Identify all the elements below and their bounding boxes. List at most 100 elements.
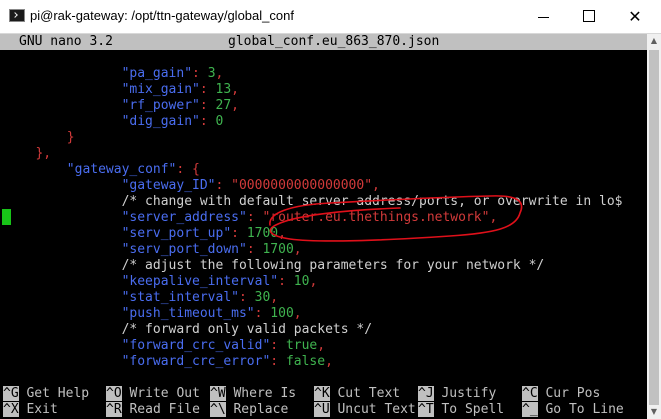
window-title: pi@rak-gateway: /opt/ttn-gateway/global_… (30, 8, 294, 23)
json-comma: , (215, 66, 224, 81)
terminal-area[interactable]: GNU nano 3.2 global_conf.eu_863_870.json… (0, 34, 647, 419)
json-comma: , (317, 338, 326, 353)
shortcut-item[interactable]: ^U Uncut Text (314, 402, 416, 418)
shortcut-item[interactable]: ^J Justify (418, 386, 496, 402)
shortcut-key: ^J (418, 386, 434, 401)
json-value: false (285, 354, 326, 369)
json-comma: , (231, 98, 239, 113)
scroll-down-arrow-icon[interactable]: ▼ (647, 405, 661, 419)
editor-line: /* adjust the following parameters for y… (12, 258, 545, 274)
maximize-icon (583, 10, 595, 22)
vertical-scrollbar[interactable]: ▲ ▼ (647, 34, 661, 419)
shortcut-item[interactable]: ^C Cur Pos (522, 386, 600, 402)
json-value: "0000000000000000" (231, 178, 373, 193)
json-value: 13 (215, 82, 232, 97)
shortcut-item[interactable]: ^X Exit (3, 402, 58, 418)
json-key: "push_timeout_ms" (121, 306, 255, 321)
json-key: "gateway_ID" (121, 178, 216, 193)
nano-filename: global_conf.eu_863_870.json (228, 34, 440, 49)
shortcut-key: ^_ (522, 402, 538, 417)
json-comma: , (278, 226, 286, 241)
shortcut-key: ^G (3, 386, 19, 401)
shortcut-key: ^C (522, 386, 538, 401)
minimize-button[interactable] (520, 0, 566, 33)
shortcut-key: ^\ (210, 402, 226, 417)
shortcut-item[interactable]: ^G Get Help (3, 386, 89, 402)
maximize-button[interactable] (566, 0, 612, 33)
close-button[interactable]: ✕ (612, 0, 658, 33)
nano-header: GNU nano 3.2 global_conf.eu_863_870.json (0, 34, 647, 50)
json-value: 1700 (262, 242, 294, 257)
json-key: "rf_power" (121, 98, 200, 113)
shortcut-label: Cur Pos (537, 386, 601, 401)
json-key: "mix_gain" (121, 82, 200, 97)
editor-line: "serv_port_up": 1700, (12, 226, 286, 242)
editor-line: "rf_power": 27, (12, 98, 239, 114)
editor-line: } (12, 130, 75, 146)
json-value: 3 (207, 66, 216, 81)
shortcut-item[interactable]: ^R Read File (106, 402, 200, 418)
editor-line: "mix_gain": 13, (12, 82, 239, 98)
window-titlebar: pi@rak-gateway: /opt/ttn-gateway/global_… (0, 0, 661, 34)
json-value: 27 (215, 98, 232, 113)
scroll-up-arrow-icon[interactable]: ▲ (647, 34, 661, 48)
json-separator: : (215, 178, 232, 193)
json-separator: : (238, 290, 255, 305)
shortcut-key: ^O (106, 386, 122, 401)
json-separator: : (199, 114, 216, 129)
shortcut-label: Replace (225, 402, 289, 417)
json-key: "serv_port_up" (121, 226, 232, 241)
json-value: 10 (293, 274, 310, 289)
code-comment: /* forward only valid packets */ (121, 322, 373, 337)
editor-line: "gateway_conf": { (12, 162, 200, 178)
json-comma: , (270, 290, 279, 305)
editor-line: "forward_crc_valid": true, (12, 338, 326, 354)
json-separator: : (254, 306, 271, 321)
shortcut-key: ^U (314, 402, 330, 417)
json-separator: : (199, 82, 216, 97)
json-comma: , (231, 82, 239, 97)
json-value: true (285, 338, 318, 353)
json-comma: , (309, 274, 318, 289)
json-separator: : (270, 354, 286, 369)
json-value: 30 (254, 290, 271, 305)
shortcut-item[interactable]: ^\ Replace (210, 402, 288, 418)
shortcut-item[interactable]: ^_ Go To Line (522, 402, 624, 418)
json-comma: , (293, 306, 302, 321)
json-key: "dig_gain" (121, 114, 200, 129)
cursor-marker (2, 209, 11, 225)
json-comma: , (489, 210, 498, 225)
json-comma: , (372, 178, 380, 193)
shortcut-label: Justify (433, 386, 497, 401)
json-key: "keepalive_interval" (121, 274, 279, 289)
editor-line: "server_address": "router.eu.thethings.n… (12, 210, 498, 226)
editor-line: "forward_crc_error": false, (12, 354, 333, 370)
shortcut-key: ^K (314, 386, 330, 401)
shortcut-item[interactable]: ^W Where Is (210, 386, 296, 402)
editor-line: "stat_interval": 30, (12, 290, 279, 306)
shortcut-label: Read File (121, 402, 200, 417)
shortcut-item[interactable]: ^K Cut Text (314, 386, 400, 402)
editor-line: "pa_gain": 3, (12, 66, 224, 82)
minimize-icon (537, 17, 549, 18)
json-value: 1700 (246, 226, 279, 241)
shortcut-label: Get Help (18, 386, 90, 401)
shortcut-label: To Spell (433, 402, 505, 417)
json-key: "stat_interval" (121, 290, 239, 305)
terminal-icon (9, 9, 25, 22)
shortcut-item[interactable]: ^O Write Out (106, 386, 200, 402)
close-icon: ✕ (628, 7, 642, 26)
shortcut-item[interactable]: ^T To Spell (418, 402, 504, 418)
scroll-thumb[interactable] (649, 50, 659, 405)
